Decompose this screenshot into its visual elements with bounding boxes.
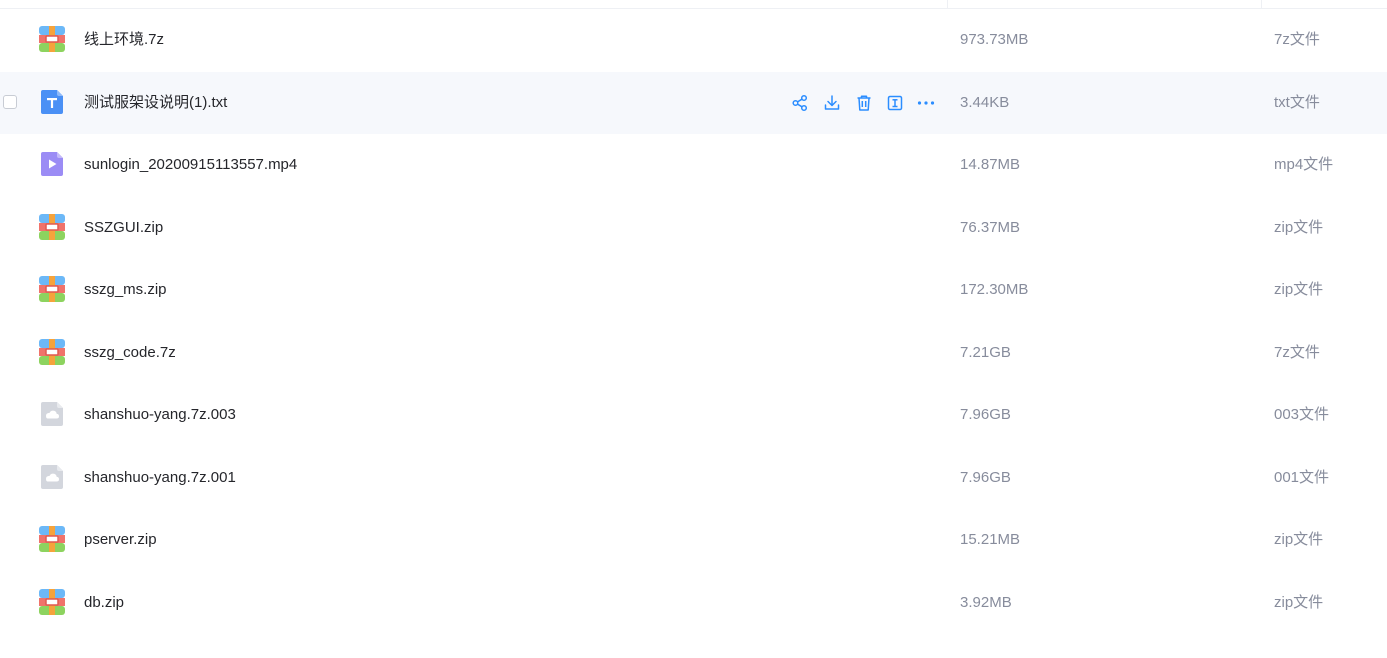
archive-icon <box>39 589 65 615</box>
file-row[interactable]: shanshuo-yang.7z.003 7.96GB 003文件 <box>0 384 1387 446</box>
delete-icon[interactable] <box>854 93 874 113</box>
file-type: zip文件 <box>1274 281 1324 298</box>
archive-icon <box>39 26 65 52</box>
file-type: 7z文件 <box>1274 31 1320 48</box>
download-icon[interactable] <box>822 93 842 113</box>
archive-icon <box>39 276 65 302</box>
file-size: 76.37MB <box>960 219 1021 236</box>
file-size: 14.87MB <box>960 156 1021 173</box>
archive-icon <box>39 339 65 365</box>
column-divider <box>1261 0 1262 9</box>
unknown-file-icon <box>39 401 65 427</box>
file-type: 7z文件 <box>1274 344 1320 361</box>
row-checkbox[interactable] <box>3 95 17 109</box>
share-icon[interactable] <box>790 93 810 113</box>
file-name[interactable]: db.zip <box>84 572 124 634</box>
file-size: 7.96GB <box>960 469 1011 486</box>
file-row[interactable]: 线上环境.7z 973.73MB 7z文件 <box>0 9 1387 71</box>
file-row[interactable]: 测试服架设说明(1).txt 3.44KB txt文件 <box>0 72 1387 134</box>
file-type: zip文件 <box>1274 219 1324 236</box>
file-row[interactable]: sunlogin_20200915113557.mp4 14.87MB mp4文… <box>0 134 1387 196</box>
file-row[interactable]: SSZGUI.zip 76.37MB zip文件 <box>0 197 1387 259</box>
file-list: 线上环境.7z 973.73MB 7z文件 测试服架设说明(1).txt 3.4… <box>0 0 1387 658</box>
file-type: zip文件 <box>1274 594 1324 611</box>
rename-icon[interactable] <box>885 93 905 113</box>
file-name[interactable]: 线上环境.7z <box>84 9 164 71</box>
file-type: mp4文件 <box>1274 156 1334 173</box>
file-name[interactable]: sunlogin_20200915113557.mp4 <box>84 134 297 196</box>
file-type: txt文件 <box>1274 94 1320 111</box>
file-name[interactable]: pserver.zip <box>84 509 157 571</box>
file-name[interactable]: sszg_ms.zip <box>84 259 167 321</box>
file-name[interactable]: sszg_code.7z <box>84 322 176 384</box>
archive-icon <box>39 214 65 240</box>
file-row[interactable]: sszg_code.7z 7.21GB 7z文件 <box>0 322 1387 384</box>
file-row[interactable]: pserver.zip 15.21MB zip文件 <box>0 509 1387 571</box>
file-size: 973.73MB <box>960 31 1029 48</box>
video-file-icon <box>39 151 65 177</box>
file-name[interactable]: shanshuo-yang.7z.001 <box>84 447 236 509</box>
file-size: 7.21GB <box>960 344 1011 361</box>
file-row[interactable]: db.zip 3.92MB zip文件 <box>0 572 1387 634</box>
file-type: zip文件 <box>1274 531 1324 548</box>
column-divider <box>947 0 948 9</box>
unknown-file-icon <box>39 464 65 490</box>
file-size: 7.96GB <box>960 406 1011 423</box>
file-name[interactable]: 测试服架设说明(1).txt <box>84 72 227 134</box>
file-type: 001文件 <box>1274 469 1330 486</box>
file-size: 172.30MB <box>960 281 1029 298</box>
file-row[interactable]: sszg_ms.zip 172.30MB zip文件 <box>0 259 1387 321</box>
file-size: 15.21MB <box>960 531 1021 548</box>
file-name[interactable]: shanshuo-yang.7z.003 <box>84 384 236 446</box>
archive-icon <box>39 526 65 552</box>
file-name[interactable]: SSZGUI.zip <box>84 197 163 259</box>
file-size: 3.92MB <box>960 594 1012 611</box>
file-type: 003文件 <box>1274 406 1330 423</box>
more-icon[interactable] <box>916 93 936 113</box>
file-row[interactable]: shanshuo-yang.7z.001 7.96GB 001文件 <box>0 447 1387 509</box>
text-file-icon <box>39 89 65 115</box>
file-size: 3.44KB <box>960 94 1010 111</box>
